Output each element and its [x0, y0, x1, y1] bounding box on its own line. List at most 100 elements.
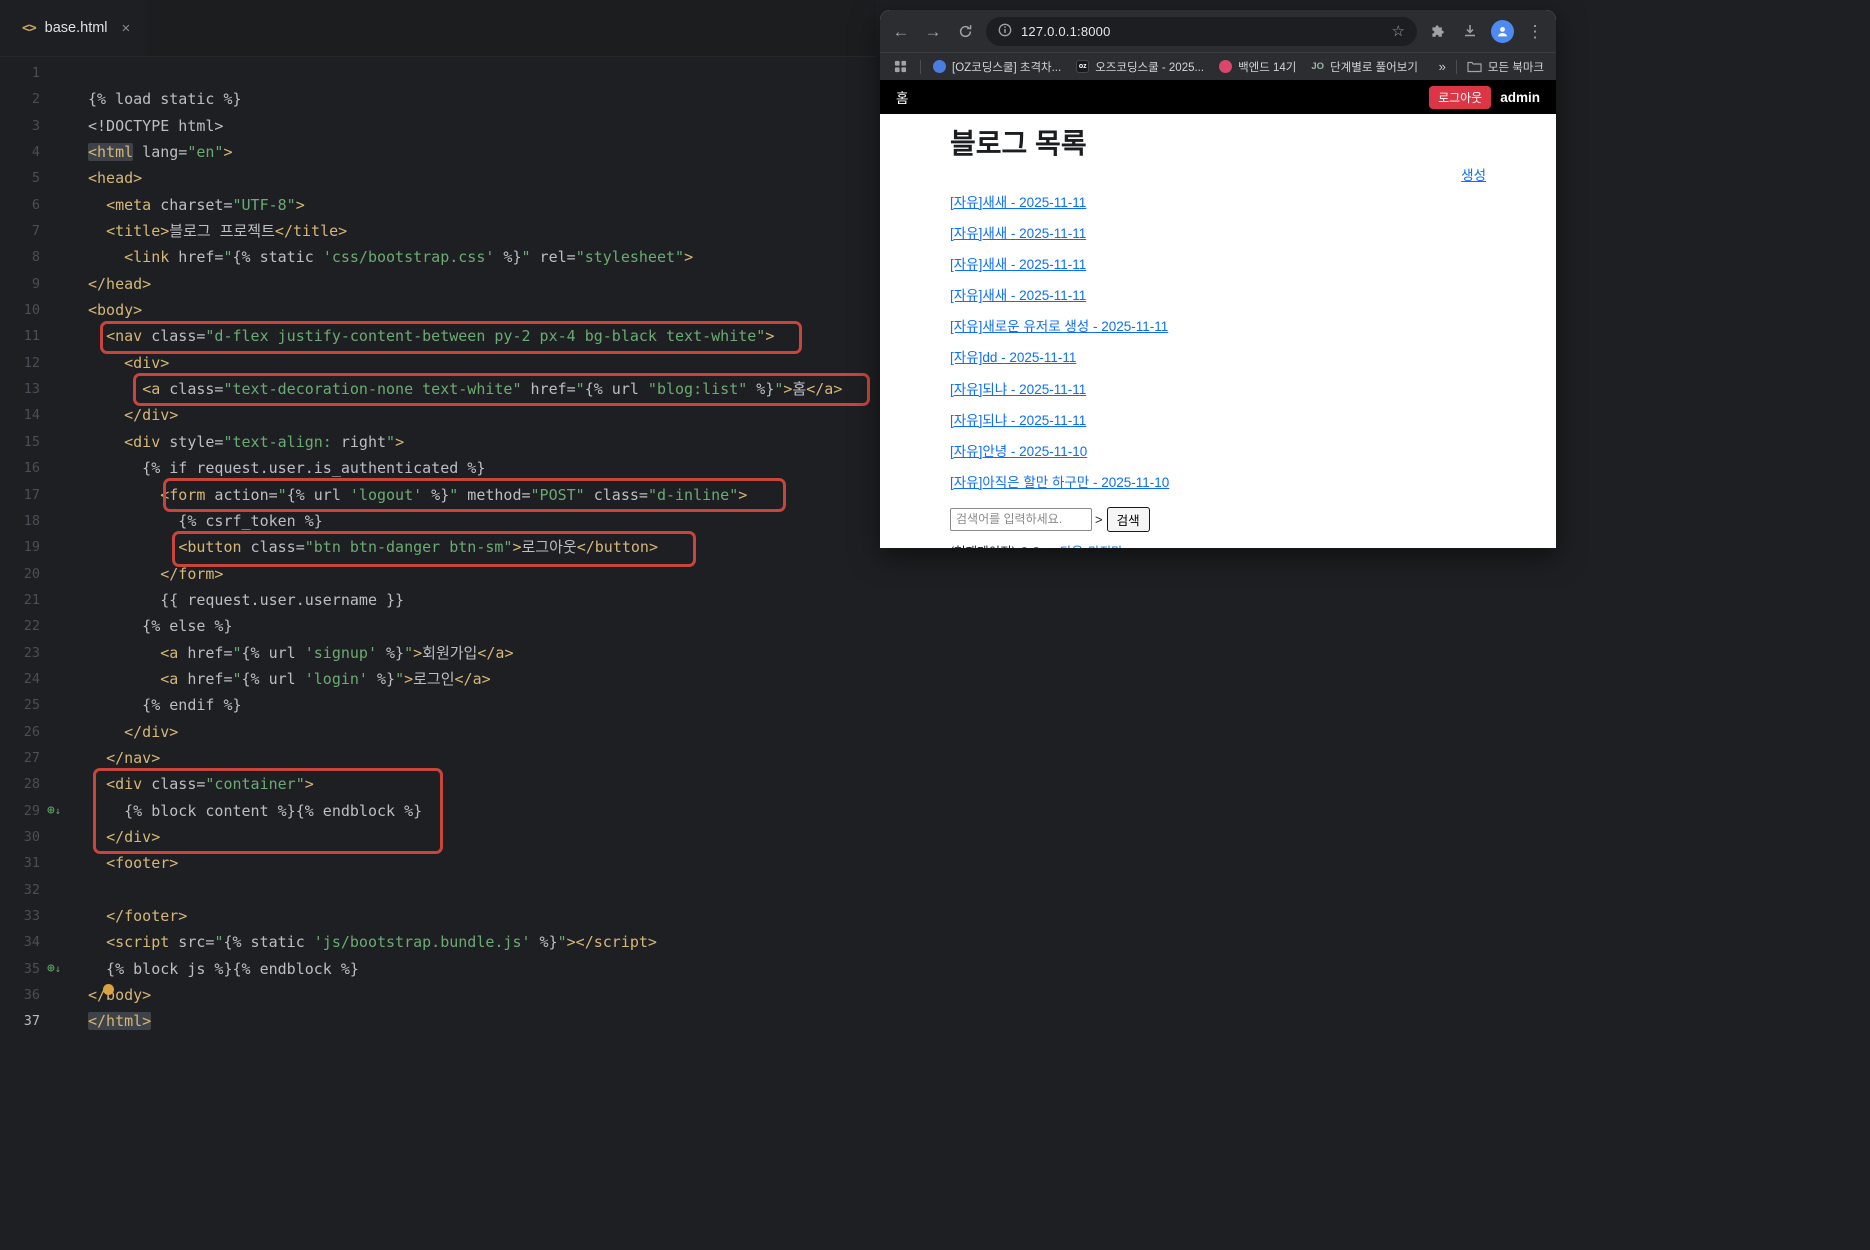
code-text: {% csrf_token %}	[88, 511, 323, 530]
code-text: <html lang="en">	[88, 143, 233, 162]
line-number: 20	[23, 565, 40, 582]
bookmark-star-icon[interactable]: ☆	[1392, 22, 1405, 40]
post-link[interactable]: [자유]되냐 - 2025-11-11	[950, 413, 1086, 428]
line-number: 7	[31, 223, 40, 240]
site-info-icon[interactable]	[998, 23, 1012, 40]
code-line-2: 2 {% load static %}	[0, 86, 876, 112]
divider	[920, 59, 921, 74]
code-line-11: 11 <nav class="d-flex justify-content-be…	[0, 323, 876, 349]
screen: <> base.html × 1 2 {% load static %} 3 <!DOC…	[0, 0, 1870, 1250]
pagination-link[interactable]: 마지막 »	[1088, 545, 1133, 548]
forward-icon[interactable]: →	[922, 23, 944, 40]
post-link[interactable]: [자유]되냐 - 2025-11-11	[950, 382, 1086, 397]
browser-toolbar: ← → 127.0.0.1:8000 ☆ ⋮	[880, 10, 1556, 52]
code-line-20: 20 </form>	[0, 561, 876, 587]
divider	[1455, 59, 1457, 74]
gutter: ⊕↓	[40, 956, 88, 982]
code-line-25: 25 {% endif %}	[0, 692, 876, 718]
code-text: </div>	[124, 406, 179, 425]
reload-icon[interactable]	[954, 24, 976, 39]
web-page: 홈 로그아웃 admin 블로그 목록 생성 [자유]새새 - 2025-11-…	[880, 80, 1556, 548]
code-text: </nav>	[106, 748, 161, 767]
address-bar[interactable]: 127.0.0.1:8000 ☆	[986, 16, 1417, 46]
code-text: <div class="container">	[106, 775, 314, 794]
code-line-31: 31 <footer>	[0, 850, 876, 876]
line-number: 37	[23, 1013, 40, 1030]
code-line-28: 28 <div class="container">	[0, 771, 876, 797]
line-number: 1	[31, 65, 40, 81]
code-line-33: 33 </footer>	[0, 903, 876, 929]
menu-icon[interactable]: ⋮	[1524, 23, 1546, 40]
code-line-12: 12 <div>	[0, 350, 876, 376]
line-number: 8	[31, 249, 40, 266]
line-number: 18	[23, 512, 40, 529]
gutter	[40, 139, 88, 165]
post-link[interactable]: [자유]새새 - 2025-11-11	[950, 288, 1086, 303]
line-number: 14	[23, 407, 40, 424]
code-line-21: 21 {{ request.user.username }}	[0, 587, 876, 613]
injected-language-icon[interactable]: ⊕↓	[47, 956, 61, 983]
line-number: 27	[23, 749, 40, 766]
line-number: 28	[23, 776, 40, 793]
red-dot-favicon	[1219, 60, 1233, 73]
bookmark-item[interactable]: oz 오즈코딩스쿨 - 2025...	[1076, 59, 1204, 75]
pagination-current: (현재페이지)	[950, 545, 1016, 548]
post-link[interactable]: [자유]dd - 2025-11-11	[950, 350, 1076, 365]
line-number: 4	[31, 144, 40, 161]
editor-body[interactable]: 1 2 {% load static %} 3 <!DOCTYPE html> 4 <htm…	[0, 57, 876, 1250]
line-number: 34	[23, 934, 40, 951]
site-navbar: 홈 로그아웃 admin	[880, 80, 1556, 114]
code-text: </body>	[88, 986, 152, 1005]
jo-favicon: JO	[1311, 61, 1325, 72]
tab-close-icon[interactable]: ×	[122, 20, 131, 37]
editor-tab-title: base.html	[44, 20, 108, 36]
extensions-icon[interactable]	[1427, 24, 1449, 39]
gutter	[40, 692, 88, 718]
gutter	[40, 771, 88, 797]
code-line-34: 34 <script src="{% static 'js/bootstrap.…	[0, 929, 876, 955]
profile-avatar[interactable]	[1491, 19, 1514, 43]
injected-language-icon[interactable]: ⊕↓	[47, 798, 61, 825]
post-link[interactable]: [자유]안녕 - 2025-11-10	[950, 444, 1087, 459]
code-text: </head>	[88, 274, 152, 293]
search-button[interactable]: 검색	[1106, 506, 1150, 532]
home-link[interactable]: 홈	[896, 87, 908, 107]
pagination-link[interactable]: 다음	[1060, 545, 1083, 548]
editor-tab-basehtml[interactable]: <> base.html ×	[0, 0, 147, 56]
apps-grid-icon[interactable]	[892, 60, 908, 73]
all-bookmarks[interactable]: 모든 북마크	[1467, 59, 1544, 75]
create-link[interactable]: 생성	[1461, 168, 1486, 183]
logout-button[interactable]: 로그아웃	[1429, 85, 1492, 109]
back-icon[interactable]: ←	[890, 23, 912, 40]
post-link[interactable]: [자유]새새 - 2025-11-11	[950, 226, 1086, 241]
bookmark-item[interactable]: JO 단계별로 풀어보기	[1311, 59, 1418, 75]
post-link[interactable]: [자유]아직은 할만 하구만 - 2025-11-10	[950, 475, 1169, 490]
code-line-7: 7 <title>블로그 프로젝트</title>	[0, 218, 876, 244]
editor-tab-bar: <> base.html ×	[0, 0, 876, 57]
code-text: <script src="{% static 'js/bootstrap.bun…	[106, 933, 657, 952]
code-text: {% block content %}{% endblock %}	[88, 801, 423, 820]
downloads-icon[interactable]	[1459, 23, 1481, 39]
pagination-link[interactable]: 2	[1021, 545, 1028, 548]
bookmark-item[interactable]: 백엔드 14기	[1219, 59, 1296, 75]
search-row: > 검색	[950, 506, 1486, 532]
line-number: 6	[31, 196, 40, 213]
bookmark-items: [OZ코딩스쿨] 초격차... oz 오즈코딩스쿨 - 2025... 백엔드 14기…	[933, 59, 1418, 75]
username: admin	[1500, 89, 1540, 105]
code-line-37: 37 </html>	[0, 1008, 876, 1034]
post-link[interactable]: [자유]새새 - 2025-11-11	[950, 195, 1086, 210]
post-link[interactable]: [자유]새새 - 2025-11-11	[950, 257, 1086, 272]
search-input[interactable]	[950, 507, 1092, 531]
line-number: 31	[23, 855, 40, 872]
code-text: <form action="{% url 'logout' %}" method…	[160, 485, 748, 504]
bookmarks-bar: [OZ코딩스쿨] 초격차... oz 오즈코딩스쿨 - 2025... 백엔드 14기…	[880, 52, 1556, 80]
pagination-link[interactable]: 3	[1033, 545, 1040, 548]
pagination-link[interactable]: ...	[1045, 545, 1055, 548]
post-link[interactable]: [자유]새로운 유저로 생성 - 2025-11-11	[950, 319, 1168, 334]
code-text: <body>	[88, 301, 143, 320]
bookmark-item[interactable]: [OZ코딩스쿨] 초격차...	[933, 59, 1061, 75]
code-line-36: 36 </body>	[0, 982, 876, 1008]
code-line-35: 35 ⊕↓ {% block js %}{% endblock %}	[0, 956, 876, 982]
bookmarks-overflow-chevron[interactable]: »	[1439, 59, 1446, 74]
code-text: </html>	[88, 1012, 152, 1031]
